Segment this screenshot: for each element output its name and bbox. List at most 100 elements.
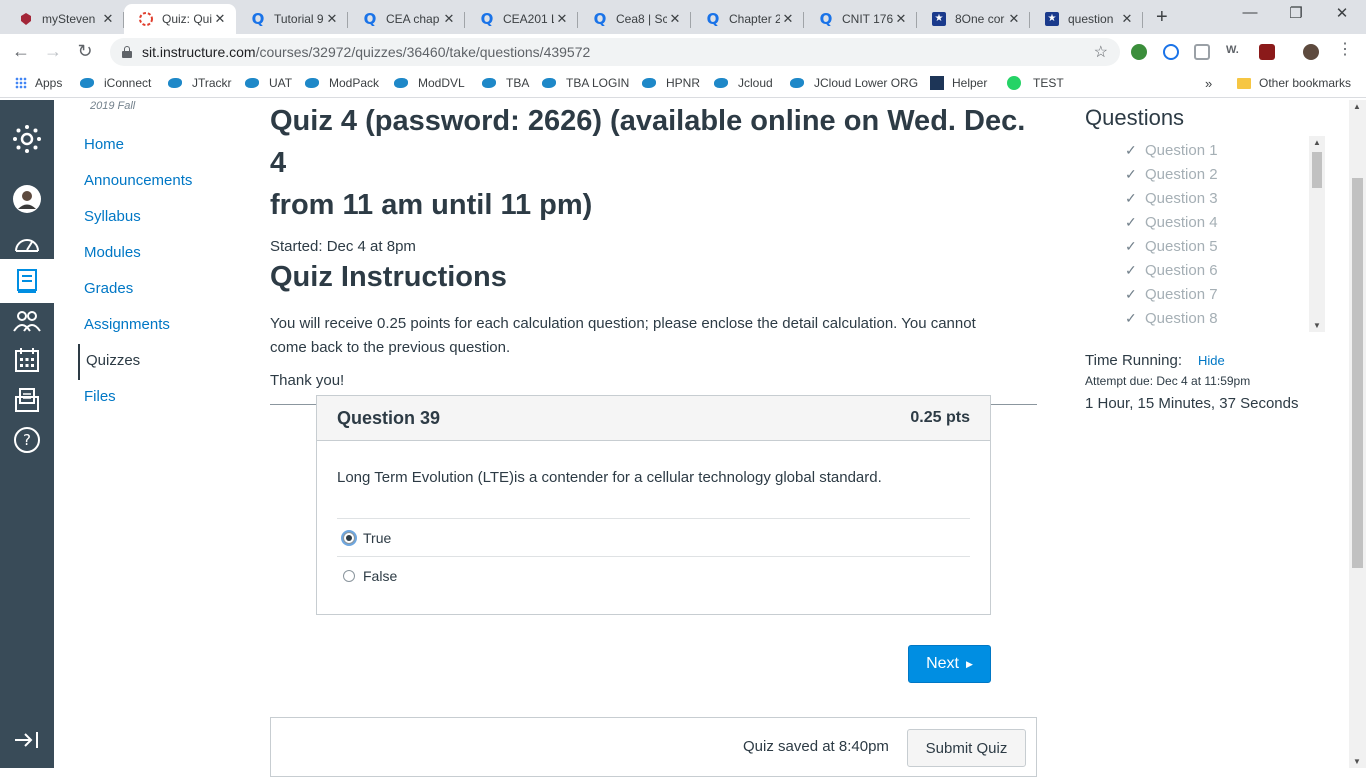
- bookmark-star-icon[interactable]: ☆: [1094, 42, 1108, 62]
- radio-button[interactable]: [343, 570, 355, 582]
- browser-tab[interactable]: Q Chapter 2 ✕: [691, 4, 804, 34]
- close-tab-icon[interactable]: ✕: [1006, 11, 1022, 27]
- scroll-down-arrow-icon[interactable]: ▼: [1313, 321, 1321, 330]
- close-tab-icon[interactable]: ✕: [667, 11, 683, 27]
- browser-tab[interactable]: Q CEA201 L ✕: [465, 4, 578, 34]
- bookmark-item[interactable]: ModDVL: [394, 76, 465, 90]
- close-tab-icon[interactable]: ✕: [893, 11, 909, 27]
- bookmark-item[interactable]: TBA LOGIN: [542, 76, 629, 90]
- bookmark-item[interactable]: TEST: [1007, 76, 1064, 90]
- courses-icon[interactable]: [0, 259, 54, 303]
- new-tab-plus-icon[interactable]: +: [1156, 6, 1168, 29]
- browser-tab[interactable]: Q CEA chap ✕: [348, 4, 465, 34]
- inbox-icon[interactable]: [12, 385, 42, 415]
- extension-globe-icon[interactable]: [1131, 44, 1147, 60]
- scroll-down-arrow-icon[interactable]: ▼: [1353, 757, 1361, 766]
- bookmark-item[interactable]: ModPack: [305, 76, 379, 90]
- scrollbar-thumb[interactable]: [1312, 152, 1322, 188]
- bookmark-label: Apps: [35, 76, 63, 90]
- course-nav-quizzes[interactable]: Quizzes: [78, 344, 258, 380]
- other-bookmarks[interactable]: Other bookmarks: [1237, 76, 1351, 90]
- bookmark-item[interactable]: iConnect: [80, 76, 151, 90]
- answer-option-true[interactable]: True: [337, 519, 970, 557]
- question-link-label: Question 1: [1145, 141, 1218, 159]
- browser-tab-active[interactable]: Quiz: Qui ✕: [124, 4, 236, 34]
- groups-icon[interactable]: [12, 306, 42, 336]
- page-scrollbar[interactable]: ▲ ▼: [1349, 100, 1366, 768]
- question-link[interactable]: ✓ Question 6: [1125, 258, 1310, 282]
- course-nav-home[interactable]: Home: [78, 128, 258, 164]
- reload-icon[interactable]: ↻: [74, 41, 96, 62]
- tab-title: 8One cor: [955, 12, 1005, 26]
- window-close-icon[interactable]: ✕: [1319, 4, 1365, 22]
- extension-link-icon[interactable]: [1194, 44, 1210, 60]
- bookmark-item[interactable]: HPNR: [642, 76, 700, 90]
- address-bar[interactable]: sit.instructure.com/courses/32972/quizze…: [110, 38, 1120, 66]
- help-icon[interactable]: ?: [12, 425, 42, 455]
- close-tab-icon[interactable]: ✕: [554, 11, 570, 27]
- scroll-up-arrow-icon[interactable]: ▲: [1313, 138, 1321, 147]
- course-nav-syllabus[interactable]: Syllabus: [78, 200, 258, 236]
- browser-tab[interactable]: mySteven ✕: [4, 4, 124, 34]
- course-nav-assignments[interactable]: Assignments: [78, 308, 258, 344]
- close-tab-icon[interactable]: ✕: [780, 11, 796, 27]
- bookmark-item[interactable]: UAT: [245, 76, 292, 90]
- browser-tab[interactable]: Q Cea8 | Sc ✕: [578, 4, 691, 34]
- browser-menu-icon[interactable]: ⋮: [1334, 39, 1356, 59]
- course-nav-announcements[interactable]: Announcements: [78, 164, 258, 200]
- question-link[interactable]: ✓ Question 8: [1125, 306, 1310, 330]
- question-link[interactable]: ✓ Question 2: [1125, 162, 1310, 186]
- browser-tab[interactable]: ★ question ✕: [1030, 4, 1143, 34]
- forward-arrow-icon[interactable]: →: [42, 41, 64, 62]
- question-link[interactable]: ✓ Question 3: [1125, 186, 1310, 210]
- close-tab-icon[interactable]: ✕: [324, 11, 340, 27]
- close-tab-icon[interactable]: ✕: [1119, 11, 1135, 27]
- bookmark-item[interactable]: Jcloud: [714, 76, 773, 90]
- answer-option-false[interactable]: False: [337, 557, 970, 595]
- collapse-nav-icon[interactable]: [12, 725, 42, 755]
- calendar-icon[interactable]: [12, 345, 42, 375]
- extension-circle-icon[interactable]: [1163, 44, 1179, 60]
- course-nav-grades[interactable]: Grades: [78, 272, 258, 308]
- question-link[interactable]: ✓ Question 4: [1125, 210, 1310, 234]
- hide-timer-link[interactable]: Hide: [1198, 353, 1225, 368]
- answer-label: False: [363, 568, 398, 584]
- bookmark-item[interactable]: Helper: [930, 76, 987, 90]
- back-arrow-icon[interactable]: ←: [10, 41, 32, 62]
- salesforce-cloud-icon: [245, 78, 259, 88]
- question-link[interactable]: ✓ Question 1: [1125, 138, 1310, 162]
- bookmark-label: Other bookmarks: [1259, 76, 1352, 90]
- close-tab-icon[interactable]: ✕: [212, 11, 228, 27]
- tab-title: CEA chap: [386, 12, 440, 26]
- submit-quiz-button[interactable]: Submit Quiz: [907, 729, 1026, 767]
- browser-tab[interactable]: Q Tutorial 9 ✕: [236, 4, 348, 34]
- course-nav-modules[interactable]: Modules: [78, 236, 258, 272]
- more-bookmarks-chevron-icon[interactable]: »: [1205, 76, 1212, 91]
- extension-red-icon[interactable]: [1259, 44, 1275, 60]
- course-nav-files[interactable]: Files: [78, 380, 258, 416]
- browser-tab[interactable]: Q CNIT 176 ✕: [804, 4, 917, 34]
- close-tab-icon[interactable]: ✕: [100, 11, 116, 27]
- minimize-icon[interactable]: —: [1227, 4, 1273, 21]
- next-button[interactable]: Next ▶: [908, 645, 991, 683]
- browser-tab[interactable]: ★ 8One cor ✕: [917, 4, 1030, 34]
- profile-avatar-icon[interactable]: [1303, 44, 1319, 60]
- question-link[interactable]: ✓ Question 7: [1125, 282, 1310, 306]
- question-list-scrollbar[interactable]: ▲ ▼: [1309, 136, 1325, 332]
- bookmark-item[interactable]: JTrackr: [168, 76, 232, 90]
- canvas-logo-icon[interactable]: [12, 124, 42, 154]
- bookmark-apps[interactable]: Apps: [15, 76, 62, 90]
- scrollbar-thumb[interactable]: [1352, 178, 1363, 568]
- radio-button-selected[interactable]: [343, 531, 355, 544]
- bookmark-item[interactable]: TBA: [482, 76, 529, 90]
- account-avatar-icon[interactable]: [12, 184, 42, 214]
- salesforce-cloud-icon: [305, 78, 319, 88]
- close-tab-icon[interactable]: ✕: [441, 11, 457, 27]
- restore-icon[interactable]: ❐: [1273, 4, 1319, 22]
- dashboard-icon[interactable]: [12, 228, 42, 258]
- scroll-up-arrow-icon[interactable]: ▲: [1353, 102, 1361, 111]
- bookmark-item[interactable]: JCloud Lower ORG: [790, 76, 918, 90]
- salesforce-cloud-icon: [394, 78, 408, 88]
- question-link[interactable]: ✓ Question 5: [1125, 234, 1310, 258]
- extension-w-icon[interactable]: W.: [1226, 44, 1242, 60]
